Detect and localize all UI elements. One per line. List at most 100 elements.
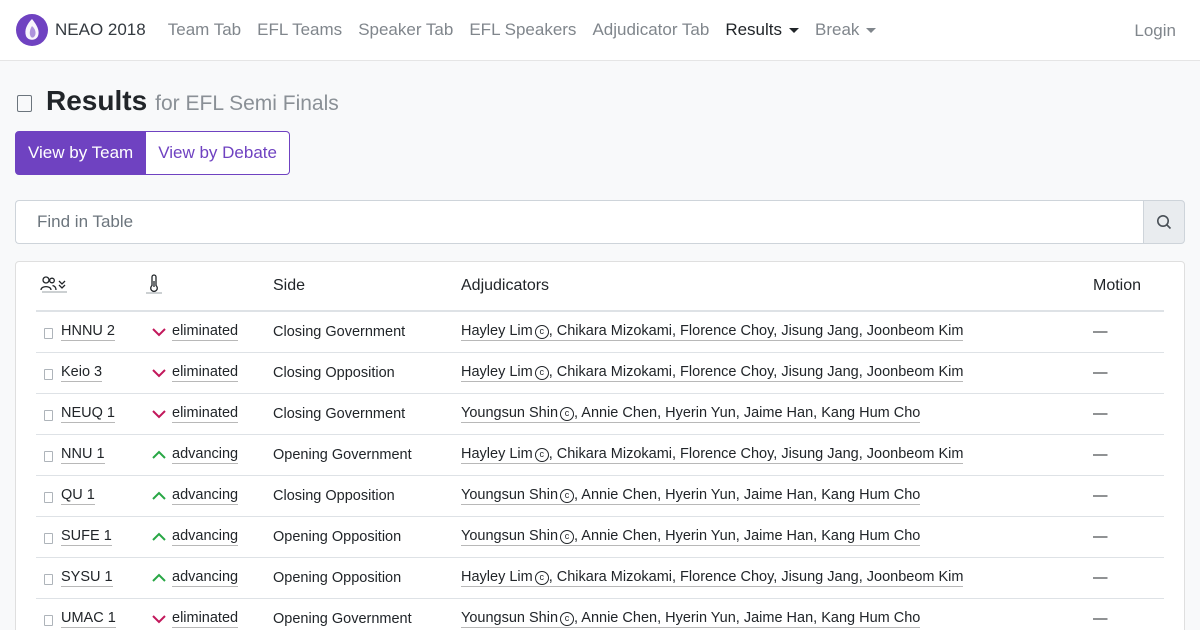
adjudicators-link[interactable]: Hayley Lim c, Chikara Mizokami, Florence … (461, 323, 964, 342)
users-sort-icon (40, 275, 67, 292)
side-cell: Opening Government (269, 434, 457, 476)
team-name[interactable]: NEUQ 1 (61, 405, 115, 423)
team-name[interactable]: Keio 3 (61, 364, 103, 382)
adjudicators-link[interactable]: Youngsun Shin c, Annie Chen, Hyerin Yun, … (461, 405, 921, 423)
result-status: eliminated (145, 610, 265, 628)
nav-break-label: Break (815, 20, 860, 39)
result-label[interactable]: advancing (172, 528, 239, 546)
team-cell-content: QU 1 (40, 487, 137, 505)
table-row: SYSU 1 advancing Opening Opposition Hayl… (36, 557, 1164, 599)
adjudicators-link[interactable]: Youngsun Shin c, Annie Chen, Hyerin Yun, … (461, 487, 921, 505)
header-side[interactable]: Side (269, 262, 457, 312)
motion-cell: — (1089, 434, 1164, 476)
team-name[interactable]: SUFE 1 (61, 528, 112, 546)
header-team[interactable] (36, 262, 141, 312)
chair-name: Hayley Lim (461, 569, 533, 585)
page-title: Results (46, 85, 148, 116)
team-cell-content: HNNU 2 (40, 323, 137, 341)
header-result[interactable] (141, 262, 269, 312)
panel-names: , Chikara Mizokami, Florence Choy, Jisun… (548, 323, 964, 340)
adjudicators-link[interactable]: Youngsun Shin c, Annie Chen, Hyerin Yun, … (461, 528, 921, 546)
side-cell: Closing Opposition (269, 475, 457, 517)
team-cell-content: SUFE 1 (40, 528, 137, 546)
adjudicators-link[interactable]: Hayley Lim c, Chikara Mizokami, Florence … (461, 446, 964, 464)
table-row: HNNU 2 eliminated Closing Government Hay… (36, 311, 1164, 353)
chair-mark: c (534, 448, 549, 462)
adjudicators-cell: Hayley Lim c, Chikara Mizokami, Florence … (457, 557, 1089, 599)
result-label[interactable]: eliminated (172, 364, 239, 382)
square-icon (44, 328, 53, 340)
result-cell: advancing (141, 557, 269, 599)
chair-mark: c (560, 530, 575, 544)
table-row: NNU 1 advancing Opening Government Hayle… (36, 434, 1164, 476)
side-cell: Closing Government (269, 311, 457, 353)
chair-name: Youngsun Shin (461, 610, 559, 626)
header-motion[interactable]: Motion (1089, 262, 1164, 312)
nav-results-dropdown[interactable]: Results (725, 20, 799, 40)
side-cell: Closing Government (269, 393, 457, 435)
team-cell-content: Keio 3 (40, 364, 137, 382)
result-cell: advancing (141, 475, 269, 517)
adjudicators-link[interactable]: Hayley Lim c, Chikara Mizokami, Florence … (461, 569, 964, 587)
nav-break-dropdown[interactable]: Break (815, 20, 877, 40)
result-label[interactable]: advancing (172, 446, 239, 464)
nav-team-tab[interactable]: Team Tab (168, 20, 241, 40)
nav-efl-teams[interactable]: EFL Teams (257, 20, 342, 40)
chevron-up-icon (152, 573, 166, 582)
team-name[interactable]: NNU 1 (61, 446, 105, 464)
table-row: NEUQ 1 eliminated Closing Government You… (36, 393, 1164, 435)
header-adjudicators[interactable]: Adjudicators (457, 262, 1089, 312)
result-cell: eliminated (141, 393, 269, 435)
search-input[interactable] (15, 200, 1143, 244)
adjudicators-link[interactable]: Youngsun Shin c, Annie Chen, Hyerin Yun, … (461, 610, 921, 628)
chair-name: Hayley Lim (461, 446, 533, 462)
adjudicators-cell: Youngsun Shin c, Annie Chen, Hyerin Yun, … (457, 393, 1089, 435)
result-status: advancing (145, 487, 265, 505)
side-cell: Opening Opposition (269, 557, 457, 599)
results-table: Side Adjudicators Motion HNNU 2 eliminat… (36, 262, 1164, 630)
view-by-team-button[interactable]: View by Team (15, 131, 147, 175)
result-label[interactable]: advancing (172, 487, 239, 505)
result-status: advancing (145, 446, 265, 464)
team-cell-content: UMAC 1 (40, 610, 137, 628)
team-cell: SUFE 1 (36, 516, 141, 558)
team-name[interactable]: UMAC 1 (61, 610, 116, 628)
chair-mark: c (534, 366, 549, 380)
team-name[interactable]: HNNU 2 (61, 323, 115, 341)
chair-mark: c (560, 489, 575, 503)
brand[interactable]: NEAO 2018 (16, 14, 146, 46)
main-content: Results for EFL Semi Finals View by Team… (0, 61, 1200, 630)
result-label[interactable]: eliminated (172, 323, 239, 341)
chevron-down-icon (152, 368, 166, 377)
team-cell: UMAC 1 (36, 598, 141, 630)
top-navbar: NEAO 2018 Team Tab EFL Teams Speaker Tab… (0, 0, 1200, 61)
team-name[interactable]: QU 1 (61, 487, 95, 505)
result-label[interactable]: advancing (172, 569, 239, 587)
panel-names: , Chikara Mizokami, Florence Choy, Jisun… (548, 569, 964, 585)
page-subtitle: for EFL Semi Finals (155, 92, 339, 115)
nav-speaker-tab[interactable]: Speaker Tab (358, 20, 453, 40)
result-label[interactable]: eliminated (172, 610, 239, 628)
table-row: QU 1 advancing Closing Opposition Youngs… (36, 475, 1164, 517)
result-label[interactable]: eliminated (172, 405, 239, 423)
result-cell: advancing (141, 516, 269, 558)
chevron-down-icon (152, 614, 166, 623)
login-link[interactable]: Login (1134, 0, 1176, 61)
nav-adjudicator-tab[interactable]: Adjudicator Tab (592, 20, 709, 40)
search-button[interactable] (1143, 200, 1185, 244)
team-name[interactable]: SYSU 1 (61, 569, 113, 587)
adjudicators-cell: Hayley Lim c, Chikara Mizokami, Florence … (457, 352, 1089, 394)
result-status: eliminated (145, 364, 265, 382)
result-status: eliminated (145, 323, 265, 341)
view-by-debate-button[interactable]: View by Debate (146, 131, 290, 175)
results-card: Side Adjudicators Motion HNNU 2 eliminat… (15, 261, 1185, 630)
nav-efl-speakers[interactable]: EFL Speakers (469, 20, 576, 40)
chair-mark: c (534, 571, 549, 585)
adjudicators-link[interactable]: Hayley Lim c, Chikara Mizokami, Florence … (461, 364, 964, 382)
table-body: HNNU 2 eliminated Closing Government Hay… (36, 311, 1164, 630)
result-status: eliminated (145, 405, 265, 423)
adjudicators-cell: Youngsun Shin c, Annie Chen, Hyerin Yun, … (457, 516, 1089, 558)
square-icon (44, 410, 53, 421)
team-cell-content: NNU 1 (40, 446, 137, 464)
search-icon (1157, 215, 1172, 230)
